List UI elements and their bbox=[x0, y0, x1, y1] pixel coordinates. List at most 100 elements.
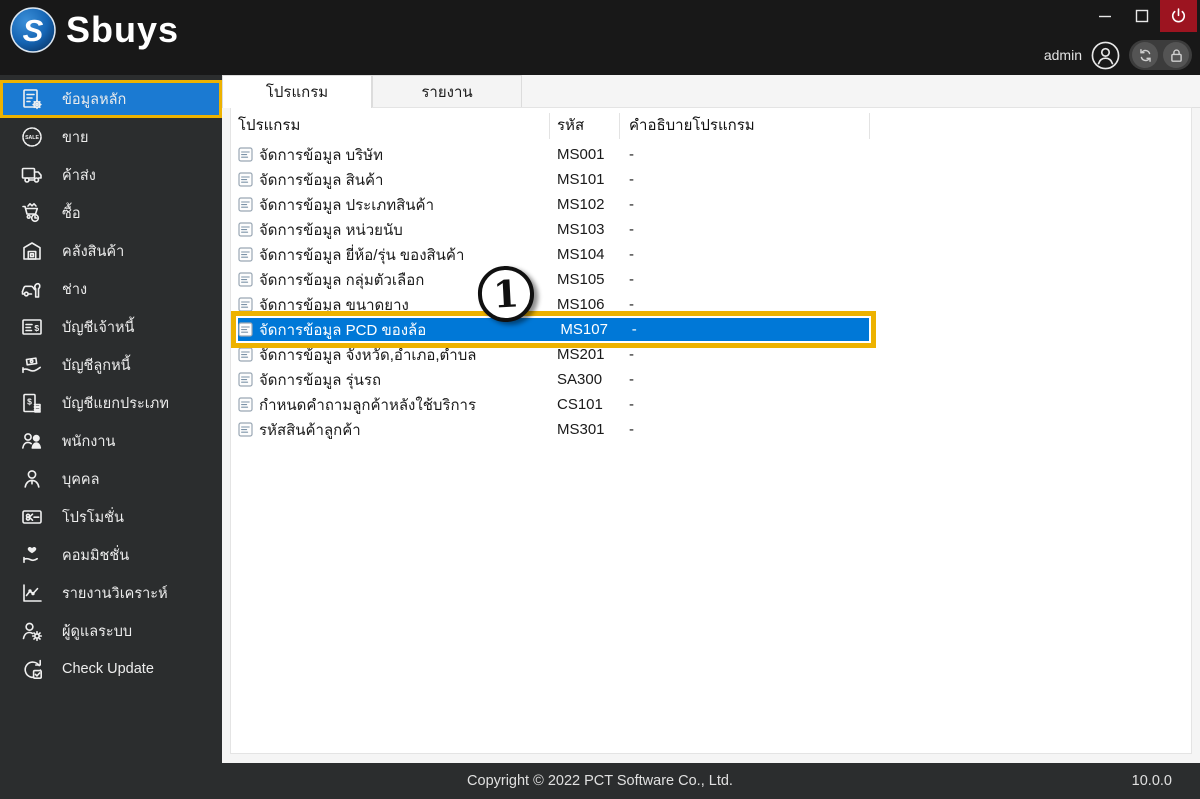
table-row[interactable]: จัดการข้อมูล รุ่นรถ SA300 - bbox=[231, 367, 1191, 392]
svg-text:$: $ bbox=[27, 397, 32, 407]
program-doc-icon bbox=[238, 372, 253, 387]
sidebar-item-master-data[interactable]: ข้อมูลหลัก bbox=[0, 80, 222, 118]
sidebar-item-commission[interactable]: คอมมิชชั่น bbox=[0, 536, 222, 574]
sidebar-item-label: พนักงาน bbox=[62, 433, 116, 450]
program-name: จัดการข้อมูล บริษัท bbox=[259, 146, 383, 164]
program-doc-icon bbox=[238, 147, 253, 162]
program-name: จัดการข้อมูล ขนาดยาง bbox=[259, 296, 409, 314]
sidebar-item-label: Check Update bbox=[62, 661, 154, 677]
sidebar-item-label: บัญชีลูกหนี้ bbox=[62, 357, 131, 374]
sale-badge-icon: SALE bbox=[20, 125, 44, 149]
power-icon bbox=[1172, 7, 1185, 23]
sidebar-item-accounts-payable[interactable]: $ บัญชีเจ้าหนี้ bbox=[0, 308, 222, 346]
program-name: จัดการข้อมูล รุ่นรถ bbox=[259, 371, 382, 389]
table-row[interactable]: กำหนดคำถามลูกค้าหลังใช้บริการ CS101 - bbox=[231, 392, 1191, 417]
table-row[interactable]: จัดการข้อมูล ขนาดยาง MS106 - bbox=[231, 292, 1191, 317]
admin-gear-icon bbox=[20, 619, 44, 643]
warehouse-icon bbox=[20, 239, 44, 263]
program-doc-icon bbox=[238, 272, 253, 287]
power-button[interactable] bbox=[1160, 0, 1197, 32]
sidebar-item-employees[interactable]: พนักงาน bbox=[0, 422, 222, 460]
hand-money-icon bbox=[20, 353, 44, 377]
admin-username: admin bbox=[1043, 47, 1082, 63]
program-code: MS105 bbox=[557, 271, 605, 288]
program-name: จัดการข้อมูล กลุ่มตัวเลือก bbox=[259, 271, 425, 289]
sidebar-item-label: ช่าง bbox=[62, 281, 88, 298]
tab-report[interactable]: รายงาน bbox=[372, 75, 522, 107]
table-row[interactable]: จัดการข้อมูล กลุ่มตัวเลือก MS105 - bbox=[231, 267, 1191, 292]
table-row[interactable]: จัดการข้อมูล ประเภทสินค้า MS102 - bbox=[231, 192, 1191, 217]
minimize-button[interactable] bbox=[1086, 0, 1123, 32]
hand-heart-icon bbox=[20, 543, 44, 567]
program-description: - bbox=[629, 371, 634, 388]
user-avatar-icon[interactable] bbox=[1091, 41, 1120, 70]
table-row[interactable]: จัดการข้อมูล ยี่ห้อ/รุ่น ของสินค้า MS104 - bbox=[231, 242, 1191, 267]
employees-icon bbox=[20, 429, 44, 453]
sidebar-item-label: บัญชีแยกประเภท bbox=[62, 395, 169, 412]
sidebar-item-person[interactable]: บุคคล bbox=[0, 460, 222, 498]
svg-text:SALE: SALE bbox=[25, 135, 39, 141]
delivery-truck-icon bbox=[20, 163, 44, 187]
program-description: - bbox=[629, 396, 634, 413]
program-name: จัดการข้อมูล PCD ของล้อ bbox=[259, 321, 427, 339]
program-code: MS102 bbox=[557, 196, 605, 213]
program-code: MS104 bbox=[557, 246, 605, 263]
program-name: จัดการข้อมูล ยี่ห้อ/รุ่น ของสินค้า bbox=[259, 246, 465, 264]
update-check-icon bbox=[20, 657, 44, 681]
program-code: MS103 bbox=[557, 221, 605, 238]
app-window: S Sbuys admin ข้อมูลหลัก SALE ขาย ค้าส่ง… bbox=[0, 0, 1200, 799]
table-row[interactable]: จัดการข้อมูล หน่วยนับ MS103 - bbox=[231, 217, 1191, 242]
program-doc-icon bbox=[238, 247, 253, 262]
program-code: CS101 bbox=[557, 396, 603, 413]
header-divider bbox=[549, 113, 550, 139]
program-code: MS301 bbox=[557, 421, 605, 438]
tab-report-label: รายงาน bbox=[421, 83, 473, 101]
program-name: กำหนดคำถามลูกค้าหลังใช้บริการ bbox=[259, 396, 477, 414]
sidebar-item-label: ซื้อ bbox=[62, 205, 81, 222]
table-header: โปรแกรม รหัส คำอธิบายโปรแกรม bbox=[231, 108, 1191, 142]
table-body: จัดการข้อมูล บริษัท MS001- จัดการข้อมูล สิ… bbox=[231, 142, 1191, 442]
table-row[interactable]: รหัสสินค้าลูกค้า MS301 - bbox=[231, 417, 1191, 442]
sidebar-item-administrator[interactable]: ผู้ดูแลระบบ bbox=[0, 612, 222, 650]
svg-text:S: S bbox=[23, 13, 44, 48]
sidebar-item-warehouse[interactable]: คลังสินค้า bbox=[0, 232, 222, 270]
table-row[interactable]: จัดการข้อมูล สินค้า MS101 - bbox=[231, 167, 1191, 192]
person-icon bbox=[20, 467, 44, 491]
sidebar-item-promotion[interactable]: โปรโมชั่น bbox=[0, 498, 222, 536]
sidebar-item-general-ledger[interactable]: $ บัญชีแยกประเภท bbox=[0, 384, 222, 422]
invoice-dollar-icon: $ bbox=[20, 315, 44, 339]
program-description: - bbox=[629, 296, 634, 313]
refresh-button[interactable] bbox=[1132, 42, 1158, 68]
program-doc-icon bbox=[238, 397, 253, 412]
table-row[interactable]: จัดการข้อมูล จังหวัด,อำเภอ,ตำบล MS201 - bbox=[231, 342, 1191, 367]
sidebar-item-check-update[interactable]: Check Update bbox=[0, 650, 222, 688]
master-data-icon bbox=[20, 87, 44, 111]
maximize-icon bbox=[1135, 9, 1148, 23]
sidebar-item-technician[interactable]: ช่าง bbox=[0, 270, 222, 308]
tab-strip: โปรแกรม รายงาน bbox=[222, 75, 1200, 108]
sidebar-item-accounts-receivable[interactable]: บัญชีลูกหนี้ bbox=[0, 346, 222, 384]
table-row[interactable]: จัดการข้อมูล PCD ของล้อ MS107 - bbox=[238, 318, 869, 341]
sidebar-item-analysis-report[interactable]: รายงานวิเคราะห์ bbox=[0, 574, 222, 612]
program-name: จัดการข้อมูล ประเภทสินค้า bbox=[259, 196, 435, 214]
lock-button[interactable] bbox=[1163, 42, 1189, 68]
tab-program[interactable]: โปรแกรม bbox=[222, 75, 372, 108]
program-description: - bbox=[629, 246, 634, 263]
sidebar-item-label: คอมมิชชั่น bbox=[62, 547, 130, 564]
maximize-button[interactable] bbox=[1123, 0, 1160, 32]
sidebar-item-wholesale[interactable]: ค้าส่ง bbox=[0, 156, 222, 194]
sidebar-item-sales[interactable]: SALE ขาย bbox=[0, 118, 222, 156]
ledger-doc-icon: $ bbox=[20, 391, 44, 415]
sidebar-item-purchase[interactable]: ซื้อ bbox=[0, 194, 222, 232]
sidebar: ข้อมูลหลัก SALE ขาย ค้าส่งซื้อคลังสินค้าช่า… bbox=[0, 75, 222, 763]
sidebar-item-label: ข้อมูลหลัก bbox=[62, 91, 127, 108]
table-row[interactable]: จัดการข้อมูล บริษัท MS001 - bbox=[231, 142, 1191, 167]
footer: Copyright © 2022 PCT Software Co., Ltd. … bbox=[0, 763, 1200, 799]
program-description: - bbox=[629, 171, 634, 188]
program-description: - bbox=[629, 421, 634, 438]
program-doc-icon bbox=[238, 322, 253, 337]
column-header-code: รหัส bbox=[557, 117, 585, 134]
minimize-icon bbox=[1098, 15, 1111, 18]
sidebar-item-label: ผู้ดูแลระบบ bbox=[62, 623, 133, 640]
lock-icon bbox=[1170, 48, 1182, 62]
